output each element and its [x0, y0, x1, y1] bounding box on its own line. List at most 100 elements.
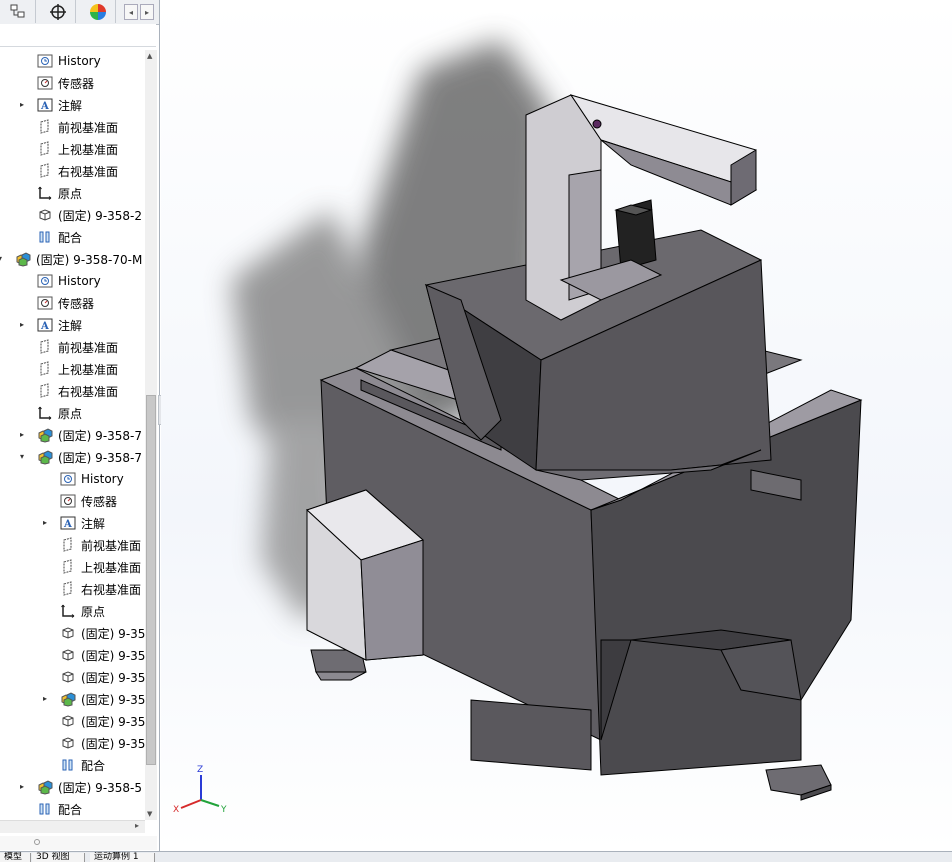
- plane-icon: [36, 360, 54, 378]
- tree-item[interactable]: 原点: [36, 182, 82, 204]
- tree-item[interactable]: (固定) 9-35: [59, 666, 145, 688]
- expand-arrow-icon[interactable]: ▸: [20, 101, 28, 109]
- tree-item[interactable]: ▸ A 注解: [20, 94, 82, 116]
- expand-arrow-icon[interactable]: ▸: [43, 695, 51, 703]
- tree-item[interactable]: 上视基准面: [59, 556, 141, 578]
- tree-item-label: 右视基准面: [58, 384, 119, 399]
- triad-z-label: Z: [197, 765, 203, 775]
- tree-item-label: (固定) 9-358-7: [58, 450, 143, 465]
- tree-item[interactable]: ▸ (固定) 9-358-7: [20, 424, 142, 446]
- appearance-tab[interactable]: [80, 0, 116, 23]
- tree-item[interactable]: ▸ (固定) 9-358-5: [20, 776, 142, 798]
- tree-vertical-scrollbar[interactable]: ▲ ▼: [145, 50, 157, 820]
- tree-item-label: History: [81, 472, 124, 486]
- tree-item[interactable]: ▸ A 注解: [43, 512, 106, 534]
- panel-grip-icon[interactable]: [34, 839, 40, 845]
- tree-item[interactable]: 前视基准面: [59, 534, 141, 556]
- tree-item[interactable]: History: [36, 270, 101, 292]
- tree-item-label: (固定) 9-35: [81, 736, 145, 751]
- history-icon: [36, 52, 54, 70]
- collapse-arrow-icon[interactable]: ▾: [0, 255, 6, 263]
- assembly-icon: [59, 690, 77, 708]
- part-icon: [36, 206, 54, 224]
- tree-item-label: 原点: [58, 186, 83, 201]
- mates-icon: [59, 756, 77, 774]
- expand-arrow-icon[interactable]: ▸: [20, 431, 28, 439]
- tree-scroll-thumb[interactable]: [146, 395, 156, 765]
- tree-horizontal-scrollbar[interactable]: ▸: [0, 820, 145, 833]
- tree-item-label: 前视基准面: [81, 538, 142, 553]
- color-wheel-icon: [89, 3, 106, 20]
- part-icon: [59, 646, 77, 664]
- tree-item[interactable]: 右视基准面: [36, 380, 118, 402]
- tree-item[interactable]: (固定) 9-35: [59, 644, 145, 666]
- expand-arrow-icon[interactable]: ▸: [43, 519, 51, 527]
- tree-item-label: (固定) 9-358-2: [58, 208, 143, 223]
- expand-arrow-icon[interactable]: ▸: [20, 321, 28, 329]
- svg-text:A: A: [63, 519, 72, 530]
- tree-item[interactable]: (固定) 9-358-2: [36, 204, 142, 226]
- history-icon: [36, 272, 54, 290]
- svg-text:A: A: [40, 321, 49, 332]
- tab-scroll-right-button[interactable]: ▸: [140, 4, 154, 20]
- tree-item-label: 上视基准面: [81, 560, 142, 575]
- tree-item-label: 传感器: [81, 494, 118, 509]
- plane-icon: [36, 118, 54, 136]
- tree-item[interactable]: 前视基准面: [36, 116, 118, 138]
- tree-item-label: (固定) 9-35: [81, 692, 145, 707]
- tree-item[interactable]: 原点: [59, 600, 105, 622]
- tree-item[interactable]: 右视基准面: [59, 578, 141, 600]
- tree-item[interactable]: ▸ (固定) 9-35: [43, 688, 145, 710]
- assembly-icon: [14, 250, 32, 268]
- tree-item[interactable]: History: [36, 50, 101, 72]
- property-manager-tab[interactable]: [40, 0, 76, 23]
- svg-text:A: A: [40, 101, 49, 112]
- tree-item[interactable]: 传感器: [36, 72, 94, 94]
- tree-item[interactable]: 上视基准面: [36, 138, 118, 160]
- tab-scroll-left-button[interactable]: ◂: [124, 4, 138, 20]
- tree-item[interactable]: 配合: [36, 798, 82, 820]
- tree-item-label: History: [58, 54, 101, 68]
- tree-item[interactable]: (固定) 9-35: [59, 622, 145, 644]
- tree-item[interactable]: 传感器: [36, 292, 94, 314]
- scroll-down-icon[interactable]: ▼: [147, 810, 152, 818]
- tree-item-label: 注解: [58, 318, 83, 333]
- view-triad[interactable]: Z X Y: [173, 765, 227, 815]
- tree-item-label: (固定) 9-358-70-M: [36, 252, 143, 267]
- expand-arrow-icon[interactable]: ▸: [20, 783, 28, 791]
- tree-item[interactable]: History: [59, 468, 124, 490]
- tree-item[interactable]: 前视基准面: [36, 336, 118, 358]
- tree-item[interactable]: ▸ A 注解: [20, 314, 83, 336]
- machine-model-3d[interactable]: Z X Y: [161, 0, 952, 851]
- tree-item[interactable]: (固定) 9-35: [59, 732, 145, 754]
- tree-item[interactable]: 传感器: [59, 490, 117, 512]
- feature-tree: History 传感器 ▸ A 注解 前视基准面 上视基准面 右视基准面 原点 (固定) 9-35…: [0, 50, 145, 820]
- graphics-viewport[interactable]: Z X Y: [161, 0, 952, 851]
- tree-item[interactable]: (固定) 9-35: [59, 710, 145, 732]
- sensor-icon: [36, 294, 54, 312]
- origin-icon: [59, 602, 77, 620]
- tree-item[interactable]: ▾ (固定) 9-358-70-M: [0, 248, 143, 270]
- tree-item-label: 传感器: [58, 296, 95, 311]
- panel-toolbar: ◂ ▸: [0, 0, 159, 25]
- tree-item[interactable]: 上视基准面: [36, 358, 118, 380]
- scroll-right-icon[interactable]: ▸: [135, 821, 139, 830]
- part-icon: [59, 668, 77, 686]
- tree-item[interactable]: 右视基准面: [36, 160, 118, 182]
- tree-item[interactable]: 配合: [59, 754, 105, 776]
- assembly-icon: [36, 426, 54, 444]
- tree-item-label: 传感器: [58, 76, 95, 91]
- tree-item[interactable]: 配合: [36, 226, 82, 248]
- tree-item[interactable]: 原点: [36, 402, 82, 424]
- tree-item-label: (固定) 9-35: [81, 714, 145, 729]
- triad-x-label: X: [173, 805, 179, 815]
- tree-item-label: (固定) 9-35: [81, 670, 145, 685]
- scroll-up-icon[interactable]: ▲: [147, 52, 152, 60]
- part-icon: [59, 624, 77, 642]
- tree-filter-bar[interactable]: [0, 24, 156, 47]
- tree-item[interactable]: ▾ (固定) 9-358-7: [20, 446, 143, 468]
- feature-tree-tab[interactable]: [0, 0, 36, 23]
- collapse-arrow-icon[interactable]: ▾: [20, 453, 28, 461]
- sensor-icon: [59, 492, 77, 510]
- tree-item-label: 注解: [81, 516, 106, 531]
